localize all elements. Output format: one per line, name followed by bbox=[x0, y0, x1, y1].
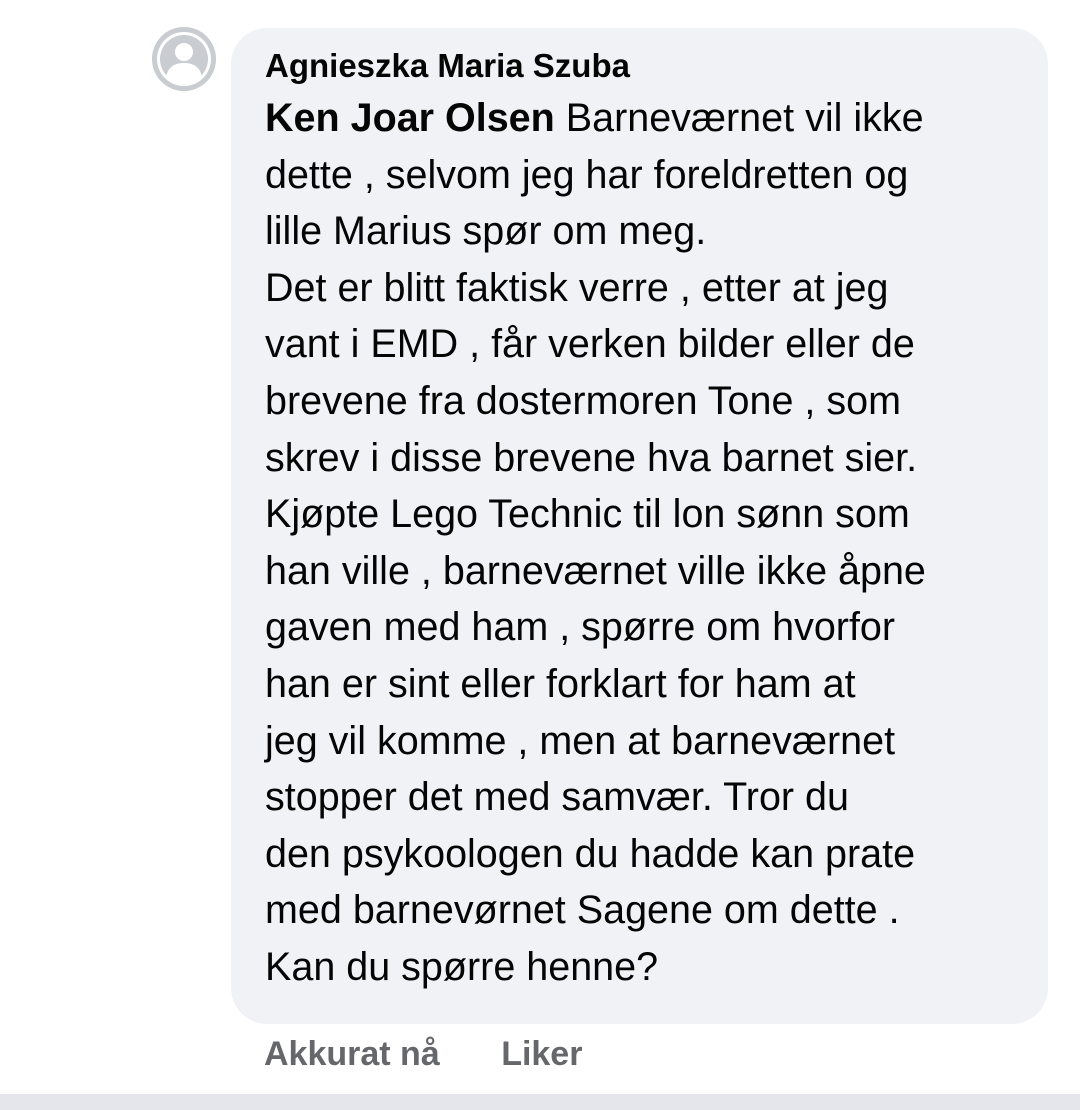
comment-author[interactable]: Agnieszka Maria Szuba bbox=[265, 46, 1020, 86]
mentioned-user[interactable]: Ken Joar Olsen bbox=[265, 96, 555, 140]
comment-timestamp[interactable]: Akkurat nå bbox=[264, 1034, 440, 1074]
comment-bubble: Agnieszka Maria Szuba Ken Joar Olsen Bar… bbox=[231, 28, 1048, 1024]
comment-thread: Agnieszka Maria Szuba Ken Joar Olsen Bar… bbox=[0, 0, 1080, 1110]
commenter-avatar[interactable] bbox=[152, 27, 216, 91]
comment-body: Ken Joar Olsen Barneværnet vil ikke dett… bbox=[265, 90, 1020, 996]
comment-text: Barneværnet vil ikke dette , selvom jeg … bbox=[265, 96, 926, 989]
comment-actions: Akkurat nå Liker bbox=[264, 1034, 582, 1074]
default-profile-icon bbox=[152, 27, 216, 91]
like-button[interactable]: Liker bbox=[501, 1034, 582, 1074]
divider bbox=[0, 1094, 1080, 1110]
